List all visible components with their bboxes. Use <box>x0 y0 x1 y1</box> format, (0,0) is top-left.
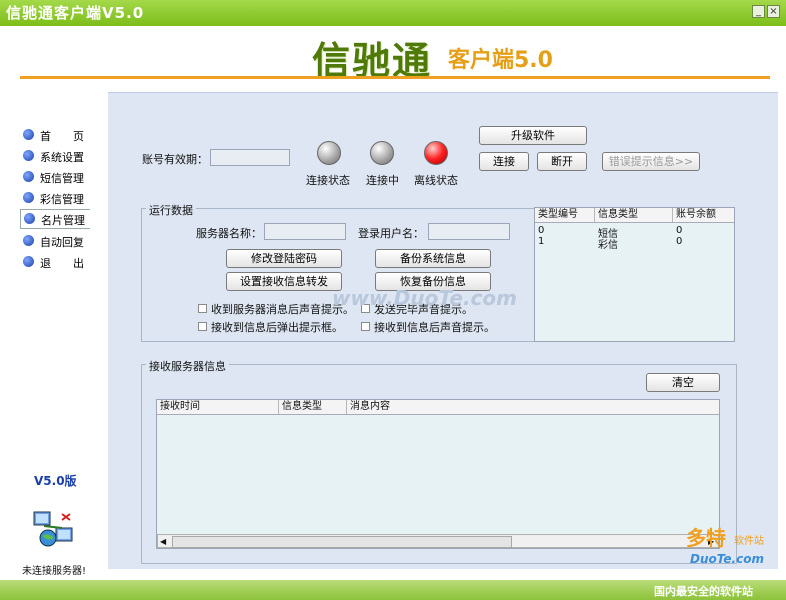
runtime-data-title: 运行数据 <box>146 202 196 218</box>
nav-item-system-settings[interactable]: 系统设置 <box>20 147 90 165</box>
receive-table-header: 接收时间 信息类型 消息内容 <box>157 400 719 415</box>
corner-watermark-site: DuoTe.com <box>690 552 764 566</box>
nav-bullet-icon <box>23 129 34 140</box>
nav-item-label: 名片管理 <box>41 214 85 227</box>
nav-item-mms[interactable]: 彩信管理 <box>20 189 90 207</box>
nav-item-auto-reply[interactable]: 自动回复 <box>20 232 90 250</box>
change-password-button[interactable]: 修改登陆密码 <box>226 249 342 268</box>
table-cell-balance: 0 <box>676 225 683 236</box>
login-username-label: 登录用户名： <box>358 227 424 240</box>
table-cell-info-type: 彩信 <box>598 240 618 251</box>
account-validity-field <box>210 149 290 166</box>
set-forward-button[interactable]: 设置接收信息转发 <box>226 272 342 291</box>
nav-item-label: 彩信管理 <box>40 193 84 206</box>
server-msg-sound-checkbox[interactable] <box>198 304 207 313</box>
nav-item-sms[interactable]: 短信管理 <box>20 168 90 186</box>
offline-light-icon <box>424 141 448 165</box>
popup-on-receive-label: 接收到信息后弹出提示框。 <box>211 321 343 334</box>
nav-bullet-icon <box>23 256 34 267</box>
table-cell-type-id: 1 <box>538 236 545 247</box>
window-title: 信驰通客户端V5.0 <box>6 4 145 22</box>
connection-status-label: 连接状态 <box>306 174 350 187</box>
nav-item-label: 首 页 <box>40 130 84 143</box>
column-message-content[interactable]: 消息内容 <box>347 400 719 414</box>
brand-subtitle: 客户端5.0 <box>448 48 553 73</box>
nav-item-label: 短信管理 <box>40 172 84 185</box>
table-cell-type-id: 0 <box>538 225 545 236</box>
connection-status-light-icon <box>317 141 341 165</box>
connect-button[interactable]: 连接 <box>479 152 529 171</box>
receive-sound-checkbox[interactable] <box>361 322 370 331</box>
corner-watermark-slogan: 国内最安全的软件站 <box>654 585 753 598</box>
scroll-left-icon[interactable]: ◀ <box>160 537 166 546</box>
close-button[interactable]: × <box>767 5 780 18</box>
column-receive-time[interactable]: 接收时间 <box>157 400 279 414</box>
column-info-type[interactable]: 信息类型 <box>595 208 673 222</box>
connecting-light-icon <box>370 141 394 165</box>
header-divider <box>20 76 770 79</box>
backup-system-button[interactable]: 备份系统信息 <box>375 249 491 268</box>
corner-watermark-sub: 软件站 <box>734 536 764 547</box>
nav-item-exit[interactable]: 退 出 <box>20 253 90 271</box>
nav-bullet-icon <box>23 150 34 161</box>
corner-watermark-brand: 多特 <box>686 526 726 550</box>
disconnect-button[interactable]: 断开 <box>537 152 587 171</box>
nav-bullet-icon <box>23 192 34 203</box>
horizontal-scrollbar[interactable]: ◀ ▶ <box>157 534 719 548</box>
upgrade-software-button[interactable]: 升级软件 <box>479 126 587 145</box>
account-validity-label: 账号有效期： <box>142 153 208 166</box>
scrollbar-thumb[interactable] <box>172 536 512 548</box>
column-message-type[interactable]: 信息类型 <box>279 400 347 414</box>
server-name-label: 服务器名称： <box>196 227 262 240</box>
server-connection-status: 未连接服务器! <box>22 566 87 577</box>
table-cell-balance: 0 <box>676 236 683 247</box>
popup-on-receive-checkbox[interactable] <box>198 322 207 331</box>
nav-item-label: 退 出 <box>40 257 84 270</box>
receive-info-title: 接收服务器信息 <box>146 358 229 374</box>
column-type-id[interactable]: 类型编号 <box>535 208 595 222</box>
nav-item-label: 系统设置 <box>40 151 84 164</box>
balance-table-header: 类型编号 信息类型 账号余额 <box>535 208 734 223</box>
server-name-field[interactable] <box>264 223 346 240</box>
receive-sound-label: 接收到信息后声音提示。 <box>374 321 495 334</box>
login-username-field[interactable] <box>428 223 510 240</box>
receive-messages-table: 接收时间 信息类型 消息内容 ◀ ▶ <box>156 399 720 549</box>
clear-button[interactable]: 清空 <box>646 373 720 392</box>
nav-bullet-icon <box>23 171 34 182</box>
column-balance[interactable]: 账号余额 <box>673 208 734 222</box>
minimize-button[interactable]: _ <box>752 5 765 18</box>
balance-table: 类型编号 信息类型 账号余额 0 短信 0 1 彩信 0 <box>534 207 735 342</box>
watermark-text: www.DuoTe.com <box>332 286 517 310</box>
network-connection-icon <box>32 510 76 550</box>
nav-item-home[interactable]: 首 页 <box>20 126 90 144</box>
version-label: V5.0版 <box>34 474 77 488</box>
connecting-label: 连接中 <box>366 174 399 187</box>
error-info-button[interactable]: 错误提示信息>> <box>602 152 700 171</box>
offline-status-label: 离线状态 <box>414 174 458 187</box>
nav-bullet-icon <box>24 213 35 224</box>
nav-item-business-cards[interactable]: 名片管理 <box>20 209 90 229</box>
nav-item-label: 自动回复 <box>40 236 84 249</box>
nav-bullet-icon <box>23 235 34 246</box>
